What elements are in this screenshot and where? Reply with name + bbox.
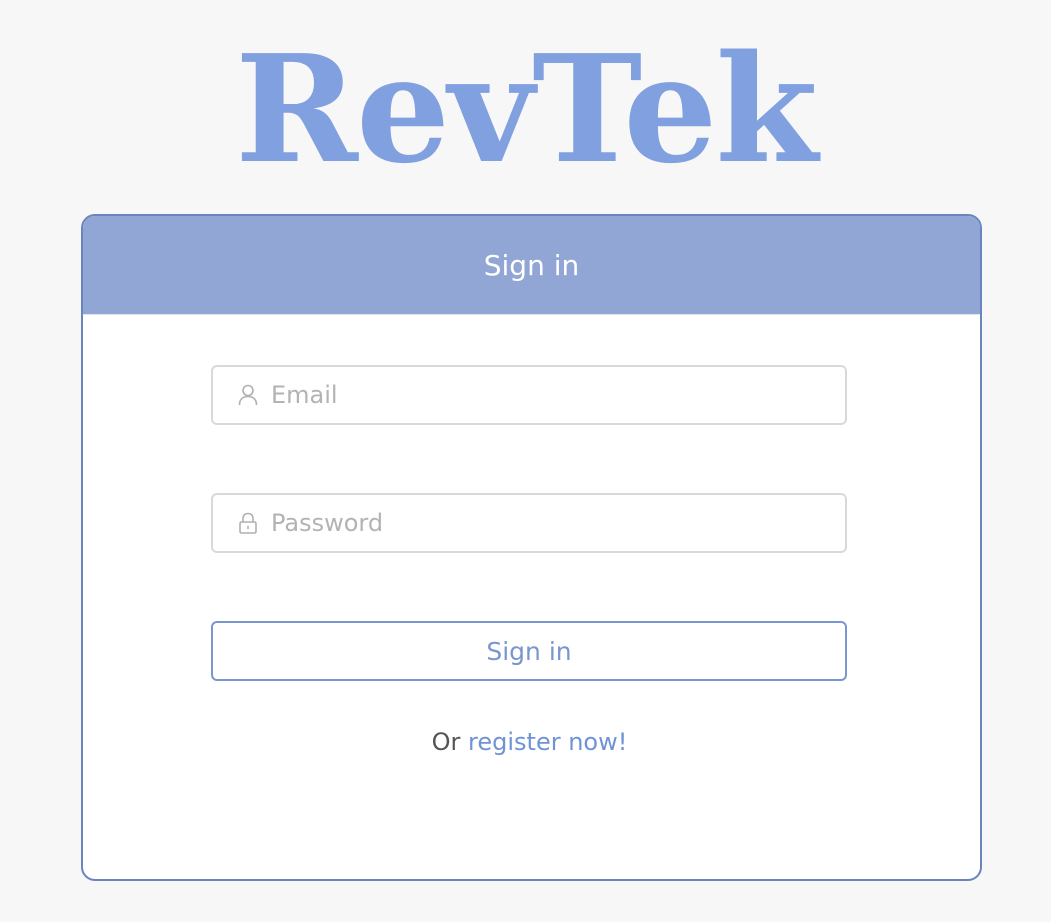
register-link[interactable]: register now! — [468, 728, 627, 756]
email-input[interactable] — [271, 367, 845, 423]
register-prefix: Or — [431, 728, 461, 756]
card-header: Sign in — [83, 216, 980, 315]
register-prompt: Or register now! — [83, 728, 976, 756]
password-input[interactable] — [271, 495, 845, 551]
user-icon — [237, 383, 259, 407]
password-field[interactable] — [211, 493, 847, 553]
lock-icon — [237, 511, 259, 535]
email-field[interactable] — [211, 365, 847, 425]
card-title: Sign in — [483, 248, 580, 282]
sign-in-card: Sign in Sign in Or register now! — [81, 214, 982, 881]
brand-logo: RevTek — [234, 22, 818, 196]
sign-in-button[interactable]: Sign in — [211, 621, 847, 681]
